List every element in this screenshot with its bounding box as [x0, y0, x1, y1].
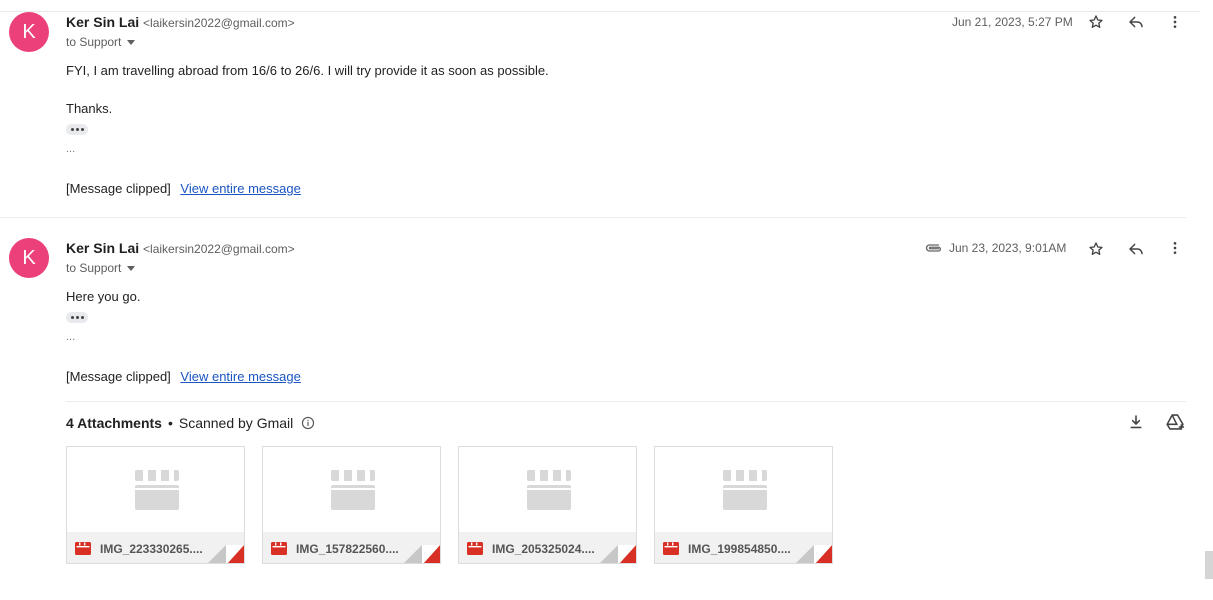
recipients-label: to Support	[66, 35, 122, 49]
recipients-toggle[interactable]: to Support	[66, 261, 136, 275]
avatar[interactable]: K	[9, 238, 49, 278]
more-options-button[interactable]	[1165, 238, 1185, 258]
attachments-divider	[66, 401, 1186, 402]
video-file-icon	[663, 542, 679, 555]
attachment-filename: IMG_157822560....	[296, 542, 399, 556]
ellipsis: ...	[66, 143, 76, 155]
attachment-filename: IMG_223330265....	[100, 542, 203, 556]
star-button[interactable]	[1086, 12, 1106, 32]
video-file-icon	[467, 542, 483, 555]
message-clipped-notice: [Message clipped] View entire message	[66, 181, 301, 196]
attachment-card[interactable]: IMG_205325024....	[458, 446, 637, 564]
sender-line: Ker Sin Lai <laikersin2022@gmail.com>	[66, 14, 295, 30]
attachment-card[interactable]: IMG_199854850....	[654, 446, 833, 564]
attachment-footer: IMG_157822560....	[263, 532, 440, 563]
star-icon	[1089, 242, 1103, 255]
ellipsis: ...	[66, 331, 76, 343]
attachment-filename: IMG_199854850....	[688, 542, 791, 556]
more-options-button[interactable]	[1165, 12, 1185, 32]
attachment-thumbnail	[67, 447, 244, 532]
download-icon	[1130, 415, 1142, 429]
sender-email: <laikersin2022@gmail.com>	[143, 16, 295, 30]
file-corner-fold	[600, 545, 636, 563]
recipients-toggle[interactable]: to Support	[66, 35, 136, 49]
message-date: Jun 21, 2023, 5:27 PM	[952, 15, 1073, 29]
info-icon[interactable]	[301, 416, 315, 430]
separator-dot: •	[167, 415, 173, 431]
video-file-icon	[271, 542, 287, 555]
show-trimmed-content-button[interactable]	[66, 312, 88, 323]
message-date: Jun 23, 2023, 9:01AM	[949, 241, 1067, 255]
attachment-thumbnail	[263, 447, 440, 532]
attachments-header: 4 Attachments • Scanned by Gmail	[66, 415, 315, 431]
message-body-line: FYI, I am travelling abroad from 16/6 to…	[66, 63, 549, 78]
sender-email: <laikersin2022@gmail.com>	[143, 242, 295, 256]
message-divider	[0, 217, 1186, 218]
view-entire-message-link[interactable]: View entire message	[180, 369, 300, 384]
reply-icon	[1129, 243, 1143, 255]
reply-button[interactable]	[1126, 12, 1146, 32]
clapperboard-icon	[331, 470, 375, 510]
clapperboard-icon	[527, 470, 571, 510]
more-vert-icon	[1173, 242, 1177, 254]
paperclip-icon	[925, 244, 942, 252]
message-clipped-notice: [Message clipped] View entire message	[66, 369, 301, 384]
sender-line: Ker Sin Lai <laikersin2022@gmail.com>	[66, 240, 295, 256]
top-divider	[0, 11, 1200, 12]
view-entire-message-link[interactable]: View entire message	[180, 181, 300, 196]
file-corner-fold	[796, 545, 832, 563]
attachment-footer: IMG_223330265....	[67, 532, 244, 563]
clipped-label: [Message clipped]	[66, 181, 171, 196]
add-all-to-drive-button[interactable]	[1166, 412, 1186, 432]
attachment-footer: IMG_199854850....	[655, 532, 832, 563]
more-vert-icon	[1173, 16, 1177, 28]
attachment-thumbnail	[655, 447, 832, 532]
attachment-thumbnail	[459, 447, 636, 532]
clapperboard-icon	[135, 470, 179, 510]
attachments-count: 4 Attachments	[66, 415, 162, 431]
show-trimmed-content-button[interactable]	[66, 124, 88, 135]
file-corner-fold	[404, 545, 440, 563]
attachment-footer: IMG_205325024....	[459, 532, 636, 563]
recipients-label: to Support	[66, 261, 122, 275]
star-icon	[1089, 15, 1103, 28]
attachment-card[interactable]: IMG_223330265....	[66, 446, 245, 564]
chevron-down-icon	[127, 266, 136, 272]
download-all-button[interactable]	[1126, 412, 1146, 432]
attachment-card[interactable]: IMG_157822560....	[262, 446, 441, 564]
sender-name[interactable]: Ker Sin Lai	[66, 14, 139, 30]
reply-icon	[1129, 16, 1143, 28]
file-corner-fold	[208, 545, 244, 563]
scanned-by-gmail-label: Scanned by Gmail	[178, 415, 294, 431]
reply-button[interactable]	[1126, 239, 1146, 259]
clipped-label: [Message clipped]	[66, 369, 171, 384]
chevron-down-icon	[127, 40, 136, 46]
clapperboard-icon	[723, 470, 767, 510]
avatar[interactable]: K	[9, 12, 49, 52]
video-file-icon	[75, 542, 91, 555]
message-body-line: Thanks.	[66, 101, 113, 116]
attachment-filename: IMG_205325024....	[492, 542, 595, 556]
star-button[interactable]	[1086, 239, 1106, 259]
sender-name[interactable]: Ker Sin Lai	[66, 240, 139, 256]
message-body-line: Here you go.	[66, 289, 141, 304]
scrollbar-thumb[interactable]	[1205, 551, 1213, 579]
add-to-drive-icon	[1166, 414, 1185, 430]
